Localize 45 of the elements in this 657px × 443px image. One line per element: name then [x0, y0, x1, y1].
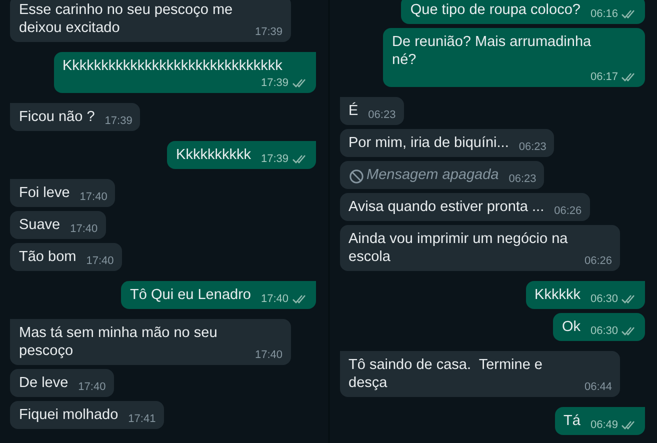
- message-time: 17:41: [128, 412, 156, 427]
- message-text: Ainda vou imprimir um negócio na escola: [348, 230, 569, 266]
- message-text: Que tipo de roupa coloco?: [410, 1, 580, 19]
- message-time: 17:40: [80, 190, 108, 205]
- message-text: Tô Qui eu Lenadro: [130, 286, 251, 304]
- message-time: 17:40: [78, 380, 106, 395]
- message-text: Por mim, iria de biquíni...: [348, 134, 509, 152]
- message-text: Fiquei molhado: [19, 406, 118, 424]
- message-text: Ok: [562, 318, 580, 336]
- message-text: De leve: [19, 374, 68, 392]
- message-time: 06:23: [508, 172, 536, 187]
- message-time: 17:39: [260, 152, 288, 167]
- message-time: 06:17: [590, 70, 618, 85]
- message-time: 06:30: [590, 292, 618, 307]
- message-text: Avisa quando estiver pronta ...: [348, 198, 544, 216]
- message-text: Tão bom: [19, 248, 76, 266]
- message-time: 06:23: [368, 108, 396, 123]
- message-text: Kkkkkkkkkk: [176, 146, 251, 164]
- message-text: Kkkkkk: [534, 286, 580, 304]
- message-time: 06:16: [590, 7, 618, 22]
- message-time: 06:49: [590, 418, 618, 433]
- message-time: 17:39: [104, 114, 132, 129]
- message-time: 17:40: [70, 222, 98, 237]
- deleted-message-text: Mensagem apagada: [366, 166, 499, 184]
- message-time: 17:40: [255, 348, 283, 363]
- message-text: Tô saindo de casa. Termine e desça: [348, 356, 544, 392]
- message-text: Ficou não ?: [19, 108, 95, 126]
- message-time: 06:30: [590, 324, 618, 339]
- message-time: 06:26: [584, 254, 612, 269]
- message-time: 17:39: [260, 76, 288, 91]
- message-time: 06:26: [554, 204, 582, 219]
- message-text: De reunião? Mais arrumadinha né?: [392, 33, 592, 69]
- message-time: 17:40: [260, 292, 288, 307]
- message-text: Suave: [19, 216, 60, 234]
- message-time: 06:23: [518, 140, 546, 155]
- message-text: Tá: [564, 412, 580, 430]
- message-text: Esse carinho no seu pescoço me deixou excitado: [19, 1, 234, 37]
- message-text: Foi leve: [19, 184, 70, 202]
- message-time: 06:44: [584, 380, 612, 395]
- message-text: É: [348, 102, 358, 120]
- message-text: Mas tá sem minha mão no seu pescoço: [19, 324, 218, 360]
- message-text: Kkkkkkkkkkkkkkkkkkkkkkkkkkkkkk: [62, 57, 282, 75]
- message-time: 17:39: [255, 25, 283, 40]
- message-time: 17:40: [86, 254, 114, 269]
- deleted-icon: [348, 169, 364, 184]
